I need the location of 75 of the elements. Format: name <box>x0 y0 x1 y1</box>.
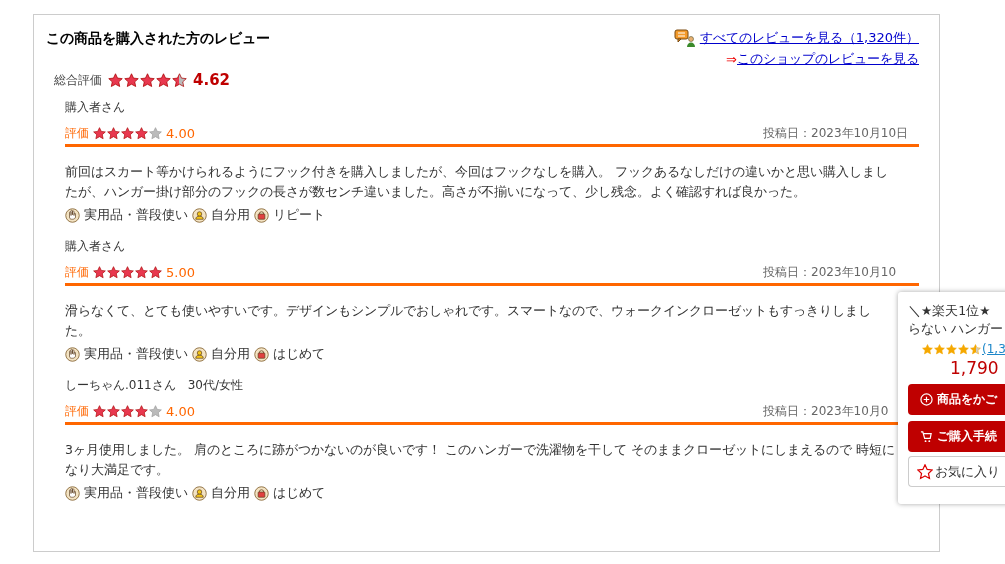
rating-label: 評価 <box>65 125 89 142</box>
review-tag: 自分用 <box>211 207 250 224</box>
star-icon <box>946 343 957 355</box>
review-tag: 実用品・普段使い <box>84 346 188 363</box>
hand-icon <box>65 347 80 362</box>
checkout-button[interactable]: ご購入手続 <box>908 421 1005 452</box>
star-icon <box>149 405 162 418</box>
hand-icon <box>65 486 80 501</box>
hand-icon <box>65 208 80 223</box>
star-icon <box>124 72 139 88</box>
product-price: 1,790 <box>950 358 1000 378</box>
review-text: 滑らなくて、とても使いやすいです。デザインもシンプルでおしゃれです。スマートなので、ウォークインクローゼットもすっきりしました。 <box>65 302 872 340</box>
favorite-button[interactable]: お気に入り <box>908 456 1005 487</box>
reviewer-name: 購入者さん <box>65 99 126 116</box>
all-reviews-link[interactable]: すべてのレビューを見る（1,320件） <box>699 29 919 47</box>
overall-score: 4.62 <box>193 71 230 89</box>
star-icon <box>93 266 106 279</box>
reviewer-name: しーちゃん.011さん 30代/女性 <box>65 377 245 394</box>
overall-rating-label: 総合評価 <box>54 71 102 89</box>
post-date: 投稿日：2023年10月0 <box>763 403 889 420</box>
review-tag: はじめて <box>273 346 325 363</box>
cart-icon <box>920 430 933 443</box>
rating-score: 4.00 <box>166 404 195 419</box>
star-outline-icon <box>917 463 933 480</box>
rating-label: 評価 <box>65 264 89 281</box>
rating-score: 5.00 <box>166 265 195 280</box>
star-icon <box>970 343 981 355</box>
review-count-link[interactable]: (1,3 <box>982 342 1005 356</box>
person-icon <box>192 208 207 223</box>
bag-icon <box>254 486 269 501</box>
star-icon <box>135 127 148 140</box>
star-icon <box>107 405 120 418</box>
post-date: 投稿日：2023年10月10 <box>763 264 897 281</box>
rating-score: 4.00 <box>166 126 195 141</box>
plus-circle-icon <box>920 393 933 406</box>
star-icon <box>107 266 120 279</box>
review-tag: リピート <box>273 207 325 224</box>
arrow-glyph: ⇒ <box>726 51 737 67</box>
product-title: らない ハンガー <box>908 320 1004 338</box>
star-icon <box>93 405 106 418</box>
review-tag: 実用品・普段使い <box>84 485 188 502</box>
star-icon <box>121 127 134 140</box>
review-tag: 自分用 <box>211 485 250 502</box>
review-text: 前回はスカート等かけられるようにフック付きを購入しましたが、今回はフックなしを購入。 フックあるなしだけの違いかと思い購入しましたが、ハンガー掛け部分のフックの長さが数センチ違いました。高さが不揃いになって、少し残念。よく確認すれば良かった。 <box>65 163 889 201</box>
review-tag: 実用品・普段使い <box>84 207 188 224</box>
star-icon <box>140 72 155 88</box>
review-text: 3ヶ月使用しました。 肩のところに跡がつかないのが良いです！ このハンガーで洗濯物を干して そのままクローゼットにしまえるので 時短になり大満足です。 <box>65 441 895 479</box>
section-title: この商品を購入された方のレビュー <box>46 29 270 48</box>
star-icon <box>107 127 120 140</box>
star-icon <box>121 405 134 418</box>
review-tag: はじめて <box>273 485 325 502</box>
star-icon <box>172 72 187 88</box>
star-icon <box>135 405 148 418</box>
shop-reviews-link[interactable]: このショップのレビューを見る <box>737 50 919 68</box>
add-to-cart-button[interactable]: 商品をかご <box>908 384 1005 415</box>
star-icon <box>156 72 171 88</box>
star-icon <box>135 266 148 279</box>
rating-label: 評価 <box>65 403 89 420</box>
star-icon <box>121 266 134 279</box>
bag-icon <box>254 208 269 223</box>
person-icon <box>192 486 207 501</box>
person-icon <box>192 347 207 362</box>
star-icon <box>93 127 106 140</box>
star-icon <box>934 343 945 355</box>
star-icon <box>149 266 162 279</box>
review-tag: 自分用 <box>211 346 250 363</box>
star-icon <box>958 343 969 355</box>
star-icon <box>922 343 933 355</box>
chat-person-icon <box>673 29 696 47</box>
bag-icon <box>254 347 269 362</box>
star-icon <box>149 127 162 140</box>
product-title: ＼★楽天1位★ <box>908 302 992 320</box>
post-date: 投稿日：2023年10月10日 <box>763 125 909 142</box>
reviewer-name: 購入者さん <box>65 238 126 255</box>
star-icon <box>108 72 123 88</box>
